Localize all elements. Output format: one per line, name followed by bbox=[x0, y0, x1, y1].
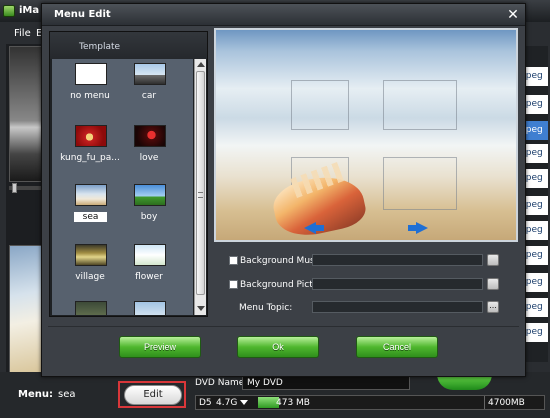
arrow-right-icon[interactable] bbox=[416, 222, 428, 234]
scroll-up-icon[interactable] bbox=[197, 62, 205, 67]
template-label: village bbox=[75, 272, 105, 282]
template-sea-selected[interactable]: sea bbox=[60, 182, 120, 232]
background-picture-field[interactable] bbox=[312, 278, 483, 290]
scrollbar-thumb[interactable] bbox=[196, 71, 205, 295]
chapter-button-frame[interactable] bbox=[291, 80, 349, 130]
background-picture-checkbox[interactable] bbox=[229, 280, 238, 289]
app-icon bbox=[3, 5, 15, 17]
template-thumbnail bbox=[75, 244, 107, 266]
template-thumbnail bbox=[75, 301, 107, 315]
template-grid: no menu car kung_fu_pa... love sea boy v… bbox=[52, 59, 193, 315]
template-header-label: Template bbox=[79, 42, 121, 52]
template-flower[interactable]: flower bbox=[119, 242, 179, 292]
menu-topic-label: Menu Topic: bbox=[239, 303, 293, 313]
ok-button[interactable]: Ok bbox=[237, 336, 319, 358]
template-partial[interactable] bbox=[60, 299, 120, 315]
template-thumbnail bbox=[134, 301, 166, 315]
background-picture-browse-button[interactable] bbox=[487, 278, 499, 290]
menu-edit-dialog: Menu Edit ✕ Template no menu car kung_fu… bbox=[41, 3, 526, 377]
template-scrollbar[interactable] bbox=[194, 59, 206, 315]
template-car[interactable]: car bbox=[119, 61, 179, 111]
dvd-name-label: DVD Name: bbox=[195, 378, 248, 388]
template-love[interactable]: love bbox=[119, 123, 179, 173]
seek-slider-handle[interactable] bbox=[12, 183, 17, 193]
disc-size-select[interactable]: 4.7G bbox=[216, 398, 237, 408]
template-partial[interactable] bbox=[119, 299, 179, 315]
disc-capacity-text: 4700MB bbox=[488, 398, 525, 408]
menu-topic-input[interactable] bbox=[312, 301, 483, 313]
background-music-field[interactable] bbox=[312, 254, 483, 266]
disc-type: D5 bbox=[199, 398, 212, 408]
dialog-titlebar: Menu Edit ✕ bbox=[42, 4, 525, 26]
template-header: Template bbox=[50, 32, 207, 59]
template-label: car bbox=[141, 91, 157, 101]
disc-usage-text: 473 MB bbox=[276, 398, 310, 408]
template-kung-fu-panda[interactable]: kung_fu_pa... bbox=[60, 123, 120, 173]
template-thumbnail bbox=[134, 63, 166, 85]
template-label: no menu bbox=[70, 91, 110, 101]
scrollbar-grip-icon bbox=[198, 192, 203, 198]
template-label: flower bbox=[135, 272, 163, 282]
template-thumbnail bbox=[75, 184, 107, 206]
menu-label: Menu: bbox=[18, 389, 53, 400]
edit-menu-button[interactable]: Edit bbox=[124, 385, 182, 405]
template-boy[interactable]: boy bbox=[119, 182, 179, 232]
close-icon[interactable]: ✕ bbox=[505, 7, 521, 23]
chapter-button-frame[interactable] bbox=[383, 157, 457, 210]
template-village[interactable]: village bbox=[60, 242, 120, 292]
scroll-down-icon[interactable] bbox=[197, 306, 205, 311]
template-label: boy bbox=[140, 212, 158, 222]
background-music-checkbox[interactable] bbox=[229, 256, 238, 265]
menu-topic-browse-button[interactable]: ... bbox=[487, 301, 499, 313]
template-label: sea bbox=[74, 212, 107, 222]
template-panel: Template no menu car kung_fu_pa... love … bbox=[49, 31, 208, 317]
template-no-menu[interactable]: no menu bbox=[60, 61, 120, 111]
cancel-button[interactable]: Cancel bbox=[356, 336, 438, 358]
template-thumbnail bbox=[134, 244, 166, 266]
footer-divider bbox=[48, 326, 519, 327]
capacity-divider bbox=[484, 396, 485, 409]
chapter-button-frame[interactable] bbox=[383, 80, 457, 130]
template-thumbnail bbox=[75, 63, 107, 85]
dialog-title: Menu Edit bbox=[54, 9, 111, 20]
template-label: kung_fu_pa... bbox=[60, 153, 120, 163]
template-thumbnail bbox=[75, 125, 107, 147]
template-label: love bbox=[139, 153, 159, 163]
arrow-left-icon[interactable] bbox=[304, 222, 324, 234]
dvd-name-input[interactable]: My DVD bbox=[242, 376, 410, 390]
preview-button[interactable]: Preview bbox=[119, 336, 201, 358]
dropdown-icon[interactable] bbox=[240, 400, 248, 405]
background-music-browse-button[interactable] bbox=[487, 254, 499, 266]
menu-file[interactable]: File bbox=[14, 28, 31, 39]
app-title: iMa bbox=[19, 5, 40, 16]
menu-preview bbox=[214, 28, 518, 242]
template-thumbnail bbox=[134, 184, 166, 206]
template-thumbnail bbox=[134, 125, 166, 147]
menu-value: sea bbox=[58, 389, 76, 400]
